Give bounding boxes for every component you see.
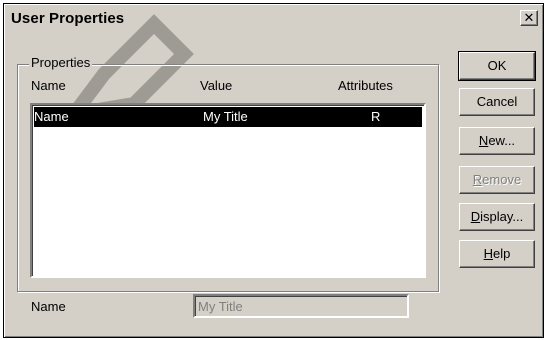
properties-list[interactable]: Name My Title R	[30, 103, 426, 278]
display-button[interactable]: Display...	[459, 203, 535, 231]
close-icon: ✕	[523, 10, 535, 25]
title-bar[interactable]: User Properties ✕	[6, 6, 541, 32]
cancel-button[interactable]: Cancel	[459, 88, 535, 116]
help-button[interactable]: Help	[459, 240, 535, 268]
column-header-name: Name	[31, 78, 66, 93]
ok-button-label: OK	[487, 58, 507, 73]
remove-button-mnemonic: R	[472, 172, 483, 187]
cancel-button-label: Cancel	[476, 94, 518, 109]
user-properties-dialog: User Properties ✕ Properties Name Value …	[3, 3, 544, 338]
remove-button-label: emove	[482, 172, 522, 187]
new-button-mnemonic: N	[478, 133, 489, 148]
column-header-value: Value	[200, 78, 233, 93]
dialog-title: User Properties	[11, 10, 125, 27]
ok-button[interactable]: OK	[458, 51, 536, 81]
display-button-mnemonic: D	[470, 209, 481, 224]
help-button-mnemonic: H	[483, 246, 494, 261]
help-button-label: elp	[493, 246, 511, 261]
name-field[interactable]	[193, 294, 409, 318]
new-button[interactable]: New...	[459, 127, 535, 155]
remove-button[interactable]: Remove	[459, 166, 535, 194]
list-item-name: Name	[34, 109, 69, 124]
list-item[interactable]: Name My Title R	[34, 107, 422, 127]
column-header-attributes: Attributes	[338, 78, 393, 93]
name-field-label: Name	[31, 299, 66, 314]
list-item-value: My Title	[203, 109, 248, 124]
display-button-label: isplay...	[480, 209, 524, 224]
close-button[interactable]: ✕	[520, 10, 538, 26]
list-item-attributes: R	[371, 109, 381, 124]
new-button-label: ew...	[488, 133, 516, 148]
properties-group-label: Properties	[29, 55, 93, 70]
